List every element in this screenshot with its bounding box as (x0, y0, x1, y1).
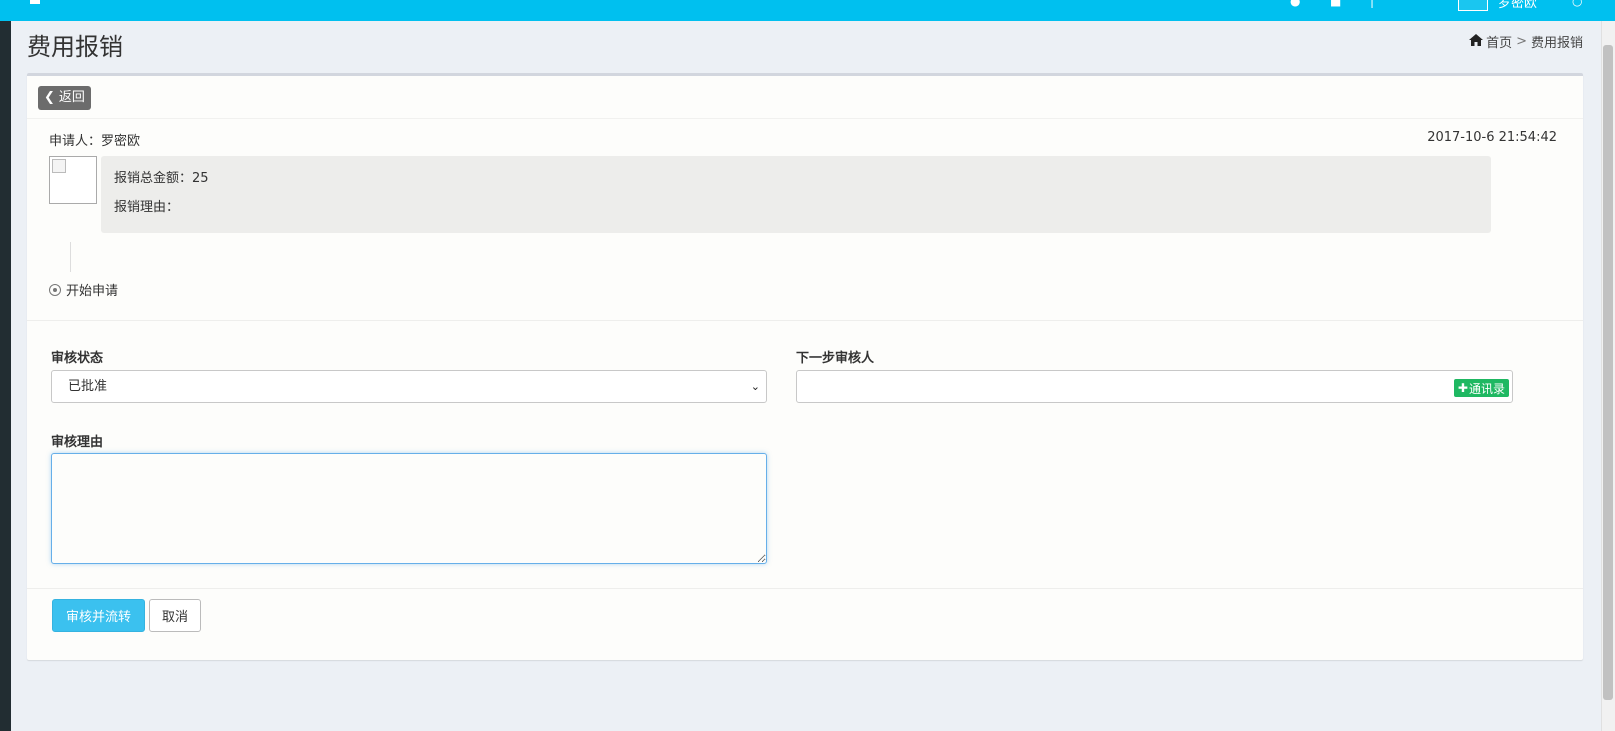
timeline-connector (70, 242, 71, 272)
contacts-button[interactable]: ✚ 通讯录 (1453, 379, 1509, 397)
scrollbar[interactable] (1601, 21, 1615, 731)
breadcrumb: 首页 > 费用报销 (1469, 32, 1583, 51)
chevron-down-icon: ⌄ (750, 380, 760, 393)
sidebar-strip (0, 0, 11, 731)
timeline-dot-icon (49, 283, 61, 296)
top-header: ● ■ | 罗密欧 ○ (0, 0, 1615, 21)
total-amount-label: 报销总金额： (114, 171, 193, 186)
reimbursement-reason-row: 报销理由： (114, 196, 179, 215)
envelope-icon[interactable]: ■ (1330, 0, 1341, 8)
timeline-start-label: 开始申请 (66, 284, 119, 299)
divider (27, 588, 1583, 589)
review-reason-label: 审核理由 (51, 435, 104, 450)
approve-and-forward-button[interactable]: 审核并流转 (52, 599, 145, 632)
user-avatar[interactable] (1458, 0, 1488, 11)
breadcrumb-current: 费用报销 (1530, 36, 1583, 51)
status-select[interactable]: 已批准 ⌄ (51, 370, 767, 403)
total-amount-row: 报销总金额：25 (114, 167, 209, 186)
applicant-avatar (49, 156, 97, 204)
breadcrumb-separator: > (1516, 34, 1527, 49)
scrollbar-thumb[interactable] (1603, 45, 1613, 700)
back-button[interactable]: ❮ 返回 (38, 86, 91, 110)
next-reviewer-label: 下一步审核人 (796, 351, 875, 366)
page-title: 费用报销 (27, 33, 123, 61)
status-selected-value: 已批准 (68, 379, 108, 394)
gear-icon[interactable]: ○ (1572, 0, 1582, 8)
main-box: ❮ 返回 申请人：罗密欧 2017-10-6 21:54:42 报销总金额：25… (27, 73, 1583, 660)
contacts-button-label: 通讯录 (1468, 381, 1505, 396)
breadcrumb-home[interactable]: 首页 (1486, 32, 1512, 51)
box-header: ❮ 返回 (27, 76, 1583, 119)
applicant-info: 申请人：罗密欧 (49, 130, 140, 149)
menu-toggle-icon[interactable] (30, 0, 40, 4)
reimbursement-reason-label: 报销理由： (114, 200, 180, 215)
timeline-start: 开始申请 (49, 280, 118, 299)
home-icon[interactable] (1469, 33, 1484, 50)
bell-icon[interactable]: ● (1290, 0, 1300, 8)
flag-icon[interactable]: | (1370, 0, 1374, 8)
plus-icon: ✚ (1457, 381, 1468, 395)
total-amount-value: 25 (192, 171, 209, 186)
review-reason-textarea[interactable] (51, 453, 767, 564)
chevron-left-icon: ❮ (44, 90, 55, 105)
applicant-label: 申请人： (49, 134, 102, 149)
user-name[interactable]: 罗密欧 (1498, 0, 1537, 11)
back-button-label: 返回 (58, 90, 85, 105)
divider (27, 320, 1583, 321)
application-detail-panel: 报销总金额：25 报销理由： (101, 156, 1491, 233)
application-timestamp: 2017-10-6 21:54:42 (1427, 130, 1557, 145)
cancel-button[interactable]: 取消 (149, 599, 201, 632)
status-label: 审核状态 (51, 351, 104, 366)
next-reviewer-input[interactable]: ✚ 通讯录 (796, 370, 1513, 403)
applicant-name: 罗密欧 (101, 134, 141, 149)
broken-image-icon (52, 159, 66, 173)
